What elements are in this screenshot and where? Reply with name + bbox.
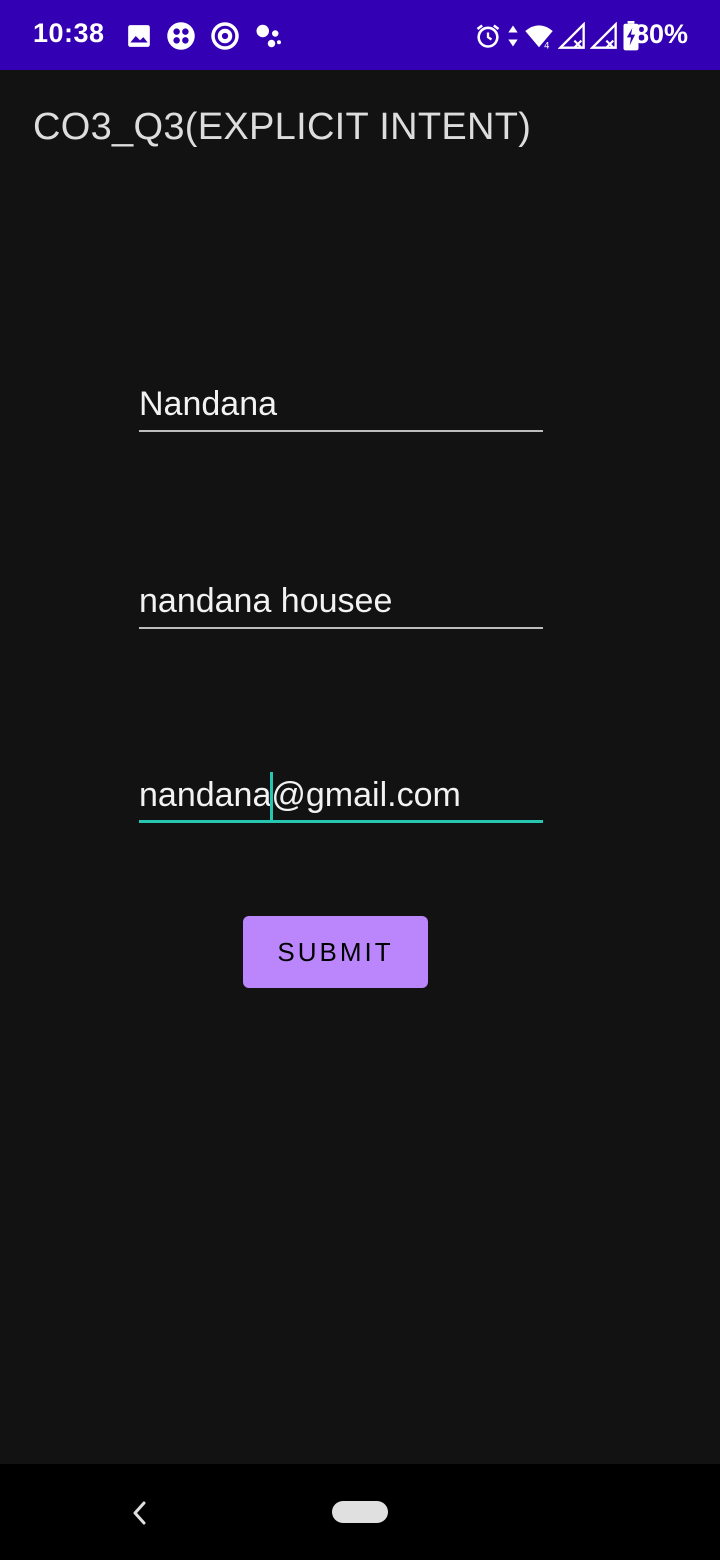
notification-icons — [126, 20, 284, 52]
name-input-value[interactable]: Nandana — [139, 384, 543, 424]
email-text-after-cursor: @gmail.com — [271, 776, 461, 814]
alarm-icon — [474, 22, 502, 50]
assistant-icon — [254, 21, 284, 51]
page-title: CO3_Q3(EXPLICIT INTENT) — [33, 106, 532, 148]
email-input-value[interactable]: nandana @gmail.com — [139, 772, 543, 822]
system-icons: 4 — [474, 20, 640, 52]
back-icon[interactable] — [128, 1499, 150, 1527]
signal-icon — [558, 22, 586, 50]
navigation-bar — [0, 1464, 720, 1560]
home-pill[interactable] — [332, 1501, 388, 1523]
submit-button[interactable]: SUBMIT — [243, 916, 428, 988]
text-cursor — [270, 772, 274, 822]
address-field-underline — [139, 627, 543, 629]
data-arrows-icon — [506, 22, 520, 50]
email-field[interactable]: nandana @gmail.com — [139, 772, 543, 823]
name-field[interactable]: Nandana — [139, 384, 543, 432]
email-field-underline — [139, 820, 543, 823]
email-text-before-cursor: nandana — [139, 776, 272, 814]
at-sign-icon — [210, 21, 240, 51]
app-grid-icon — [166, 21, 196, 51]
battery-percentage: 80% — [633, 19, 688, 49]
wifi-icon: 4 — [524, 22, 554, 50]
status-time: 10:38 — [33, 18, 105, 48]
address-input-value[interactable]: nandana housee — [139, 581, 543, 621]
address-field[interactable]: nandana housee — [139, 581, 543, 629]
image-icon — [126, 23, 152, 49]
name-field-underline — [139, 430, 543, 432]
signal-icon — [590, 22, 618, 50]
status-bar: 10:38 4 80% — [0, 0, 720, 70]
svg-text:4: 4 — [544, 42, 550, 51]
